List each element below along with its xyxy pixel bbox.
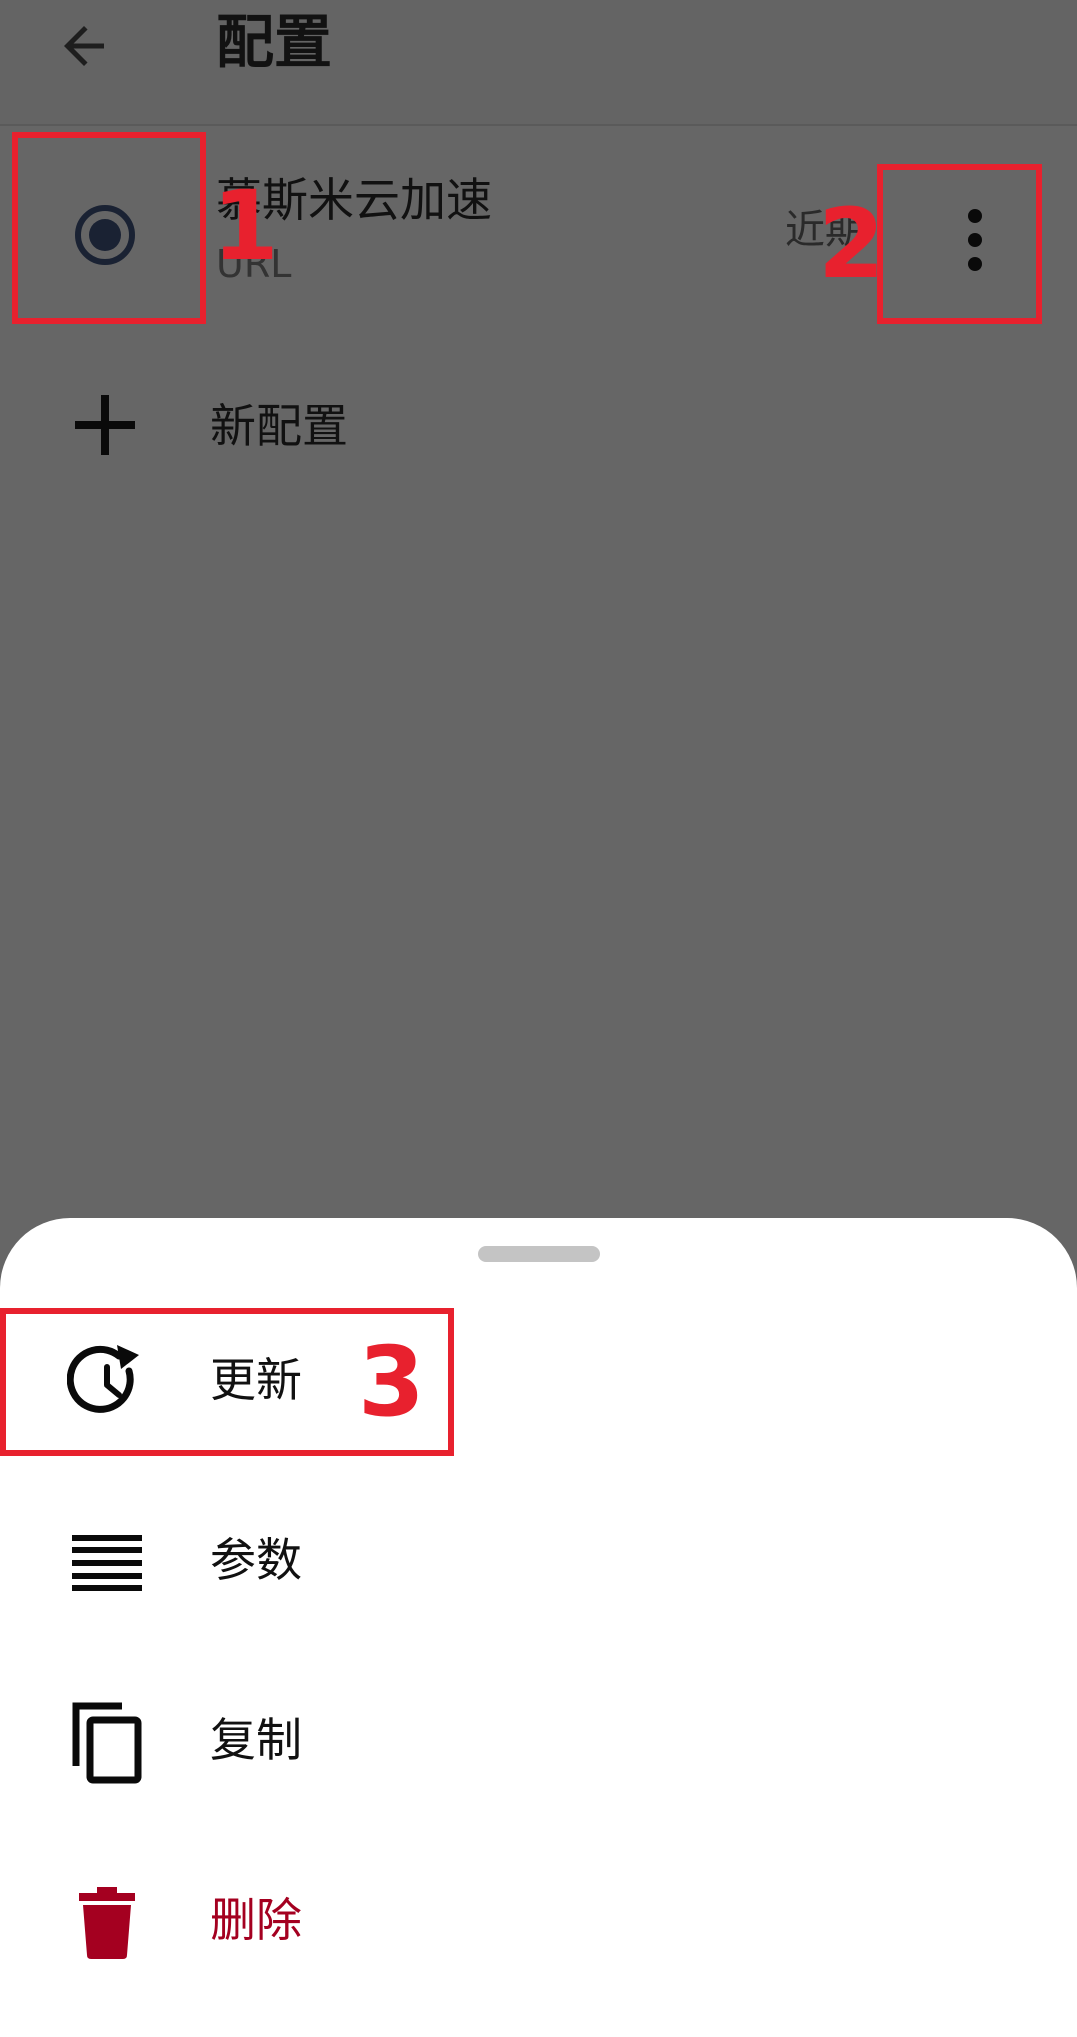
menu-label-copy: 复制: [210, 1713, 302, 1767]
new-profile-label: 新配置: [210, 399, 348, 453]
annotation-number-3: 3: [358, 1326, 425, 1438]
menu-icon-wrap: [62, 1878, 152, 1968]
page-title: 配置: [216, 8, 333, 76]
sheet-drag-handle[interactable]: [478, 1246, 600, 1262]
menu-item-copy[interactable]: 复制: [0, 1668, 1077, 1818]
profile-item[interactable]: 慕斯米云加速 URL 近期: [0, 130, 1077, 330]
app-bar: 配置: [0, 0, 1077, 126]
new-profile-item[interactable]: 新配置: [0, 370, 1077, 480]
menu-label-update: 更新: [210, 1353, 302, 1407]
menu-item-delete[interactable]: 删除: [0, 1848, 1077, 1998]
menu-label-properties: 参数: [210, 1533, 302, 1587]
trash-icon: [79, 1887, 135, 1959]
menu-item-update[interactable]: 更新: [0, 1308, 1077, 1458]
menu-icon-wrap: [62, 1698, 152, 1788]
arrow-back-icon: [64, 26, 104, 66]
annotation-number-1: 1: [212, 170, 279, 282]
menu-label-delete: 删除: [210, 1893, 302, 1947]
update-clock-icon: [67, 1345, 139, 1413]
more-vert-icon: [968, 209, 982, 271]
menu-item-properties[interactable]: 参数: [0, 1488, 1077, 1638]
profile-more-button[interactable]: [905, 190, 1045, 290]
add-icon: [75, 395, 135, 455]
radio-checked-icon: [75, 205, 135, 265]
profile-select-radio[interactable]: [60, 190, 150, 280]
copy-icon: [72, 1702, 142, 1784]
annotation-number-2: 2: [818, 188, 885, 300]
back-button[interactable]: [44, 6, 124, 86]
menu-icon-wrap: [62, 1338, 152, 1428]
bottom-sheet: 更新 参数 复制 删除: [0, 1218, 1077, 2037]
menu-icon-wrap: [62, 1518, 152, 1608]
properties-lines-icon: [72, 1535, 142, 1591]
